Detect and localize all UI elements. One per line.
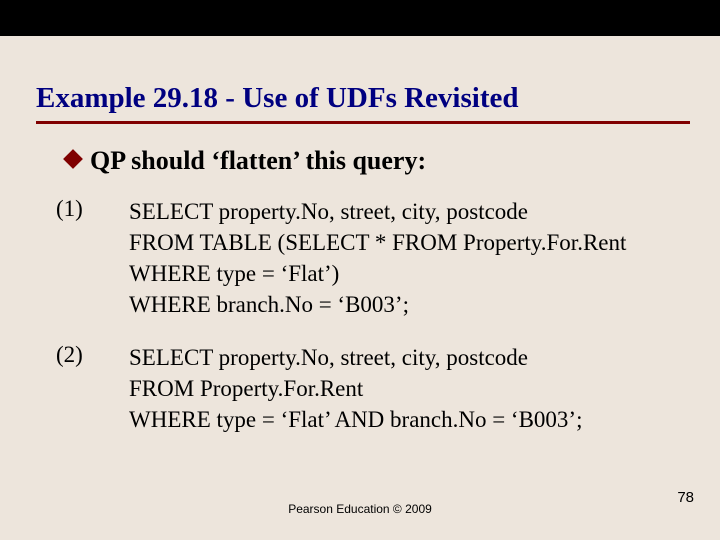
query-item-2: (2) SELECT property.No, street, city, po… <box>56 342 684 435</box>
title-block: Example 29.18 - Use of UDFs Revisited <box>36 82 690 124</box>
sql-line: WHERE branch.No = ‘B003’; <box>129 289 684 320</box>
diamond-icon <box>63 149 83 169</box>
slide-title: Example 29.18 - Use of UDFs Revisited <box>36 82 690 115</box>
item-number: (1) <box>56 196 83 222</box>
sql-block: SELECT property.No, street, city, postco… <box>129 342 684 435</box>
title-rule <box>36 121 690 124</box>
sql-line: WHERE type = ‘Flat’ AND branch.No = ‘B00… <box>129 404 684 435</box>
top-black-bar <box>0 0 720 36</box>
bullet-row: QP should ‘flatten’ this query: <box>66 146 426 176</box>
sql-line: SELECT property.No, street, city, postco… <box>129 196 684 227</box>
sql-line: SELECT property.No, street, city, postco… <box>129 342 684 373</box>
footer-copyright: Pearson Education © 2009 <box>0 502 720 516</box>
bullet-text: QP should ‘flatten’ this query: <box>90 146 426 175</box>
item-number: (2) <box>56 342 83 368</box>
page-number: 78 <box>677 489 694 506</box>
sql-line: FROM Property.For.Rent <box>129 373 684 404</box>
sql-block: SELECT property.No, street, city, postco… <box>129 196 684 320</box>
query-item-1: (1) SELECT property.No, street, city, po… <box>56 196 684 320</box>
sql-line: FROM TABLE (SELECT * FROM Property.For.R… <box>129 227 684 289</box>
